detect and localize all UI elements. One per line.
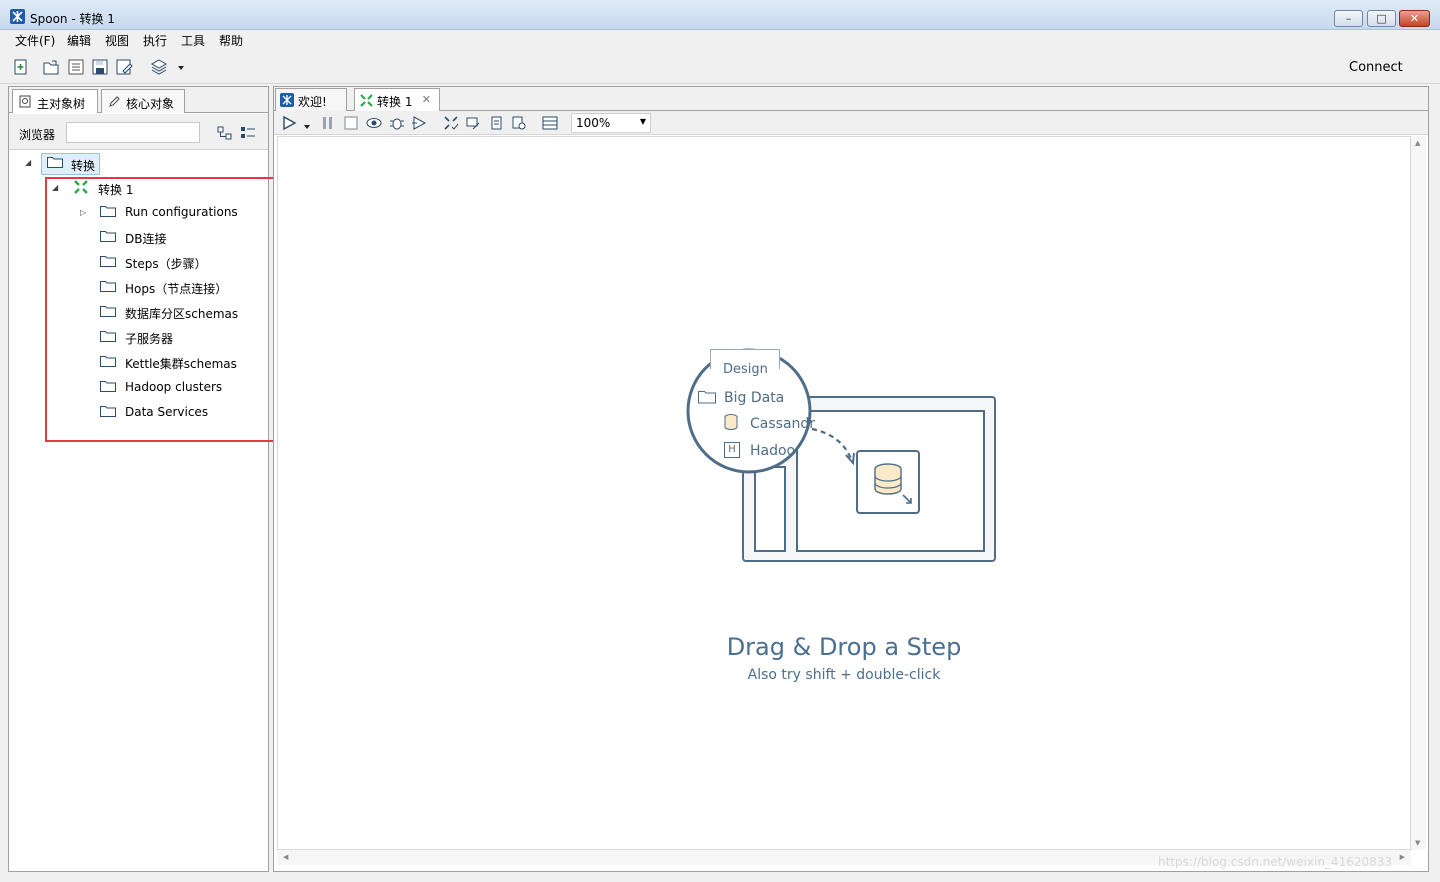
replay-icon[interactable] bbox=[411, 115, 427, 131]
scroll-up-icon[interactable]: ▲ bbox=[1415, 139, 1420, 147]
menu-view[interactable]: 视图 bbox=[105, 32, 129, 49]
minimize-button[interactable]: – bbox=[1334, 10, 1363, 27]
open-icon[interactable] bbox=[42, 58, 60, 76]
drag-drop-illustration bbox=[686, 348, 996, 562]
save-as-icon[interactable] bbox=[115, 58, 133, 76]
folder-icon bbox=[47, 156, 63, 168]
hadoop-label: Hadoo bbox=[750, 443, 796, 459]
expand-tree-icon[interactable] bbox=[217, 126, 233, 143]
show-results-icon[interactable] bbox=[542, 115, 558, 131]
editor-tab-bar: 欢迎! 转换 1 ✕ bbox=[274, 87, 1428, 112]
transformation-icon bbox=[359, 93, 374, 111]
tab-transformation-label: 转换 1 bbox=[377, 95, 413, 109]
drag-drop-subtitle: Also try shift + double-click bbox=[747, 667, 941, 683]
spoon-icon bbox=[280, 93, 294, 110]
zoom-select[interactable]: 100% ▼ bbox=[571, 113, 651, 133]
menu-edit[interactable]: 编辑 bbox=[67, 32, 91, 49]
big-data-label: Big Data bbox=[724, 390, 785, 406]
main-toolbar: Connect bbox=[0, 50, 1440, 84]
folder-icon bbox=[698, 390, 716, 407]
scroll-left-icon[interactable]: ◀ bbox=[283, 853, 288, 861]
highlight-annotation-box bbox=[45, 177, 311, 442]
expanded-triangle-icon[interactable]: ◢ bbox=[25, 158, 31, 167]
debug-icon[interactable] bbox=[389, 115, 405, 131]
dropdown-arrow-icon[interactable] bbox=[175, 62, 187, 72]
collapse-tree-icon[interactable] bbox=[240, 126, 256, 143]
chevron-down-icon: ▼ bbox=[639, 117, 646, 126]
tab-main-tree[interactable]: 主对象树 bbox=[12, 89, 98, 113]
close-tab-icon[interactable]: ✕ bbox=[422, 93, 431, 106]
window-title: Spoon - 转换 1 bbox=[30, 12, 115, 26]
run-icon[interactable] bbox=[281, 115, 297, 131]
connect-button[interactable]: Connect bbox=[1349, 60, 1403, 75]
maximize-button[interactable]: □ bbox=[1367, 10, 1396, 27]
tab-core-objects-label: 核心对象 bbox=[126, 97, 175, 111]
browser-label: 浏览器 bbox=[19, 128, 56, 142]
close-button[interactable]: ✕ bbox=[1399, 10, 1430, 27]
scroll-down-icon[interactable]: ▼ bbox=[1415, 839, 1420, 847]
tab-transformation[interactable]: 转换 1 ✕ bbox=[354, 88, 440, 112]
hadoop-icon: H bbox=[724, 442, 740, 458]
browser-search-input[interactable] bbox=[66, 122, 200, 143]
menu-help[interactable]: 帮助 bbox=[219, 32, 243, 49]
save-icon[interactable] bbox=[91, 58, 109, 76]
tab-welcome[interactable]: 欢迎! bbox=[275, 88, 347, 111]
drag-drop-title: Drag & Drop a Step bbox=[726, 633, 962, 661]
tree-search-icon bbox=[19, 95, 32, 111]
run-dropdown-icon[interactable] bbox=[303, 119, 319, 135]
layers-icon[interactable] bbox=[150, 58, 168, 76]
title-bar: Spoon - 转换 1 – □ ✕ bbox=[0, 0, 1440, 30]
scroll-right-icon[interactable]: ▶ bbox=[1400, 853, 1405, 861]
menu-file[interactable]: 文件(F) bbox=[15, 32, 55, 49]
tab-core-objects[interactable]: 核心对象 bbox=[101, 89, 185, 113]
sql-icon[interactable] bbox=[488, 115, 504, 131]
cassandra-icon bbox=[724, 414, 740, 435]
browser-row: 浏览器 bbox=[9, 114, 268, 150]
impact-icon[interactable] bbox=[465, 115, 481, 131]
menu-run[interactable]: 执行 bbox=[143, 32, 167, 49]
tree-root-row[interactable]: ◢ 转换 bbox=[9, 151, 268, 175]
explore-repository-icon[interactable] bbox=[67, 58, 85, 76]
preview-eye-icon[interactable] bbox=[366, 115, 382, 131]
watermark-text: https://blog.csdn.net/weixin_41620833 bbox=[1158, 855, 1393, 869]
pause-icon[interactable] bbox=[320, 115, 336, 131]
verify-icon[interactable] bbox=[443, 115, 459, 131]
stop-icon[interactable] bbox=[343, 115, 359, 131]
spoon-app-icon bbox=[10, 9, 25, 24]
vertical-scrollbar[interactable]: ▲ ▼ bbox=[1411, 136, 1426, 850]
cassandra-label: Cassandr bbox=[750, 416, 816, 432]
transformation-canvas[interactable]: Design Big Data Cassandr H Hadoo Drag & … bbox=[277, 136, 1411, 850]
new-file-icon[interactable] bbox=[12, 58, 30, 76]
menu-bar: 文件(F) 编辑 视图 执行 工具 帮助 bbox=[0, 30, 1440, 50]
explore-db-icon[interactable] bbox=[511, 115, 527, 131]
pencil-icon bbox=[108, 95, 121, 111]
tree-root-label: 转换 bbox=[71, 159, 96, 173]
canvas-toolbar: 100% ▼ bbox=[274, 111, 1428, 135]
tab-welcome-label: 欢迎! bbox=[298, 95, 327, 109]
left-tab-bar: 主对象树 核心对象 bbox=[9, 87, 268, 113]
zoom-value: 100% bbox=[576, 116, 611, 130]
tab-main-tree-label: 主对象树 bbox=[37, 97, 86, 111]
menu-tools[interactable]: 工具 bbox=[181, 32, 205, 49]
right-panel: 欢迎! 转换 1 ✕ 100% ▼ Design Big Data Cassan… bbox=[273, 86, 1429, 872]
design-tab-label: Design bbox=[723, 362, 768, 377]
